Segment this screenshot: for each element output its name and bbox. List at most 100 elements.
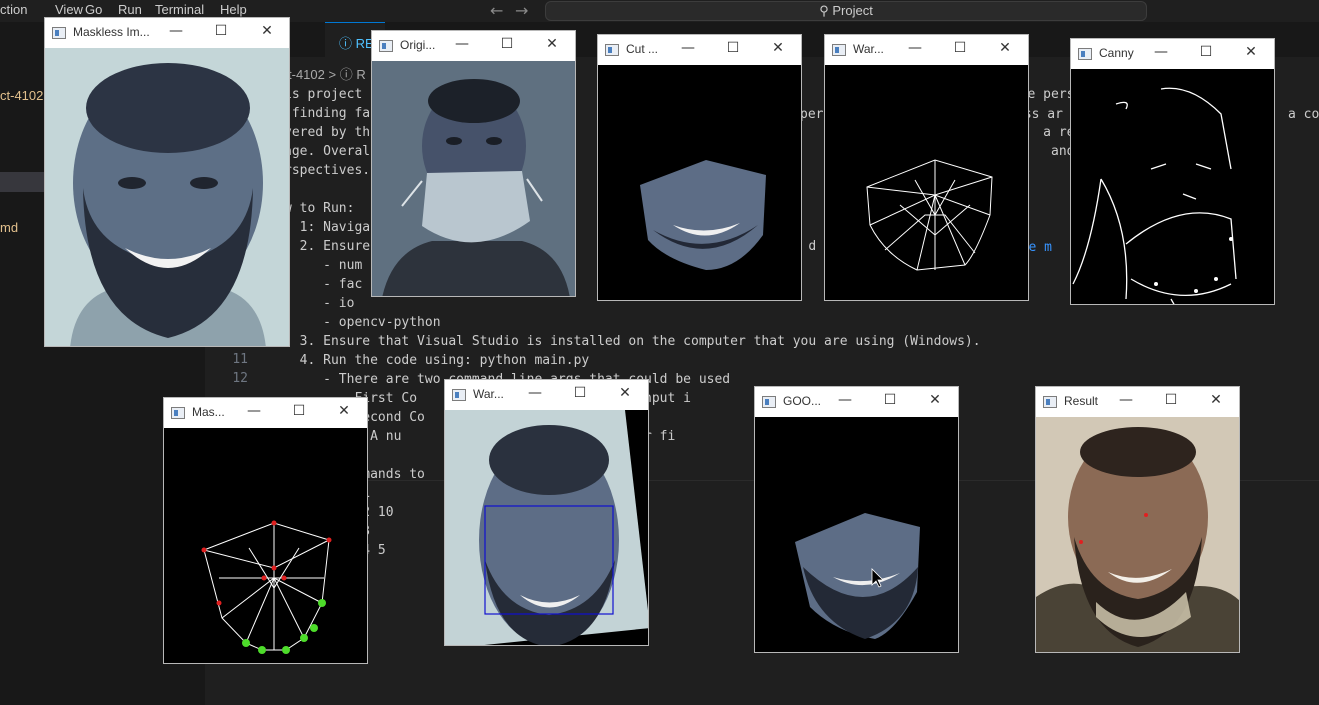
close-icon[interactable]: ✕ (336, 403, 352, 419)
close-icon[interactable]: ✕ (259, 23, 275, 39)
original-masked-image (372, 61, 575, 296)
breadcrumb-folder: t-4102 (288, 67, 325, 82)
menu-selection[interactable]: ction (0, 2, 27, 17)
minimize-icon[interactable]: — (1153, 44, 1169, 60)
maximize-icon[interactable]: ☐ (725, 40, 741, 56)
window-title: Cut ... (626, 42, 659, 56)
window-titlebar[interactable]: Maskless Im... — ☐ ✕ (45, 18, 289, 48)
window-maskless-image[interactable]: Maskless Im... — ☐ ✕ (44, 17, 290, 347)
code-line[interactable]: 4. Run the code using: python main.py (284, 353, 590, 368)
code-line[interactable]: - fac (284, 277, 362, 292)
minimize-icon[interactable]: — (680, 40, 696, 56)
maximize-icon[interactable]: ☐ (291, 403, 307, 419)
window-app-icon (832, 44, 846, 56)
code-line[interactable]: rspectives. (284, 163, 370, 178)
info-icon: ⓘ (339, 67, 353, 82)
window-title: War... (473, 387, 504, 401)
window-app-icon (1043, 396, 1057, 408)
canny-edges-image (1071, 69, 1274, 304)
breadcrumb-file: R (356, 67, 366, 82)
menu-go[interactable]: Go (85, 2, 102, 17)
warped-face-image (445, 410, 648, 645)
window-titlebar[interactable]: War... — ☐ ✕ (825, 35, 1028, 65)
window-title: Result (1064, 394, 1099, 408)
minimize-icon[interactable]: — (454, 36, 470, 52)
window-app-icon (52, 27, 66, 39)
close-icon[interactable]: ✕ (927, 392, 943, 408)
close-icon[interactable]: ✕ (770, 40, 786, 56)
window-good-face[interactable]: GOO... — ☐ ✕ (754, 386, 959, 653)
minimize-icon[interactable]: — (246, 403, 262, 419)
close-icon[interactable]: ✕ (544, 36, 560, 52)
search-icon: ⚲ (819, 3, 829, 18)
search-label: Project (832, 3, 873, 18)
triangulation-mesh-image (825, 65, 1028, 300)
minimize-icon[interactable]: — (168, 23, 184, 39)
maximize-icon[interactable]: ☐ (1163, 392, 1179, 408)
window-titlebar[interactable]: War... — ☐ ✕ (445, 380, 648, 410)
close-icon[interactable]: ✕ (997, 40, 1013, 56)
window-app-icon (171, 407, 185, 419)
maximize-icon[interactable]: ☐ (952, 40, 968, 56)
window-titlebar[interactable]: Origi... — ☐ ✕ (372, 31, 575, 61)
minimize-icon[interactable]: — (527, 385, 543, 401)
menu-terminal[interactable]: Terminal (155, 2, 204, 17)
window-title: War... (853, 42, 884, 56)
maximize-icon[interactable]: ☐ (1198, 44, 1214, 60)
window-mask-landmarks[interactable]: Mas... — ☐ ✕ (163, 397, 368, 664)
window-titlebar[interactable]: Result — ☐ ✕ (1036, 387, 1239, 417)
maskless-face-image (45, 48, 289, 346)
result-composite-image (1036, 417, 1239, 652)
window-app-icon (379, 40, 393, 52)
window-titlebar[interactable]: GOO... — ☐ ✕ (755, 387, 958, 417)
code-line[interactable]: - num (284, 258, 362, 273)
close-icon[interactable]: ✕ (1208, 392, 1224, 408)
window-app-icon (762, 396, 776, 408)
minimize-icon[interactable]: — (907, 40, 923, 56)
mask-landmarks-image (164, 428, 367, 663)
code-line[interactable]: - opencv-python (284, 315, 440, 330)
window-result[interactable]: Result — ☐ ✕ (1035, 386, 1240, 653)
window-title: Origi... (400, 38, 436, 52)
close-icon[interactable]: ✕ (1243, 44, 1259, 60)
sidebar-item-readme[interactable]: md (0, 220, 18, 235)
menu-run[interactable]: Run (118, 2, 142, 17)
window-warped-mesh[interactable]: War... — ☐ ✕ (824, 34, 1029, 301)
code-line[interactable]: - io (284, 296, 354, 311)
breadcrumb-separator: > (328, 67, 337, 82)
sidebar-item-project[interactable]: ct-4102 (0, 88, 43, 103)
window-original-image[interactable]: Origi... — ☐ ✕ (371, 30, 576, 297)
maximize-icon[interactable]: ☐ (572, 385, 588, 401)
window-canny[interactable]: Canny — ☐ ✕ (1070, 38, 1275, 305)
good-face-image (755, 417, 958, 652)
code-line[interactable]: 3. Ensure that Visual Studio is installe… (284, 334, 981, 349)
back-arrow-icon[interactable]: ← (490, 1, 503, 20)
line-number: 11 (232, 352, 248, 367)
maximize-icon[interactable]: ☐ (882, 392, 898, 408)
window-cut-face[interactable]: Cut ... — ☐ ✕ (597, 34, 802, 301)
window-app-icon (452, 389, 466, 401)
window-title: GOO... (783, 394, 822, 408)
window-titlebar[interactable]: Mas... — ☐ ✕ (164, 398, 367, 428)
command-center-search[interactable]: ⚲ Project (545, 1, 1147, 21)
maximize-icon[interactable]: ☐ (213, 23, 229, 39)
window-title: Mas... (192, 405, 225, 419)
window-titlebar[interactable]: Canny — ☐ ✕ (1071, 39, 1274, 69)
code-line[interactable]: 1: Naviga (284, 220, 370, 235)
window-app-icon (605, 44, 619, 56)
maximize-icon[interactable]: ☐ (499, 36, 515, 52)
code-line[interactable]: w to Run: (284, 201, 354, 216)
close-icon[interactable]: ✕ (617, 385, 633, 401)
info-icon: ⓘ (339, 36, 356, 51)
minimize-icon[interactable]: — (1118, 392, 1134, 408)
code-fragment: a con (1288, 107, 1319, 122)
menu-view[interactable]: View (55, 2, 83, 17)
breadcrumb[interactable]: t-4102 > ⓘ R (288, 64, 366, 83)
window-title: Canny (1099, 46, 1134, 60)
menu-help[interactable]: Help (220, 2, 247, 17)
window-warped-face[interactable]: War... — ☐ ✕ (444, 379, 649, 646)
forward-arrow-icon[interactable]: → (515, 1, 528, 20)
window-titlebar[interactable]: Cut ... — ☐ ✕ (598, 35, 801, 65)
window-title: Maskless Im... (73, 25, 150, 39)
minimize-icon[interactable]: — (837, 392, 853, 408)
